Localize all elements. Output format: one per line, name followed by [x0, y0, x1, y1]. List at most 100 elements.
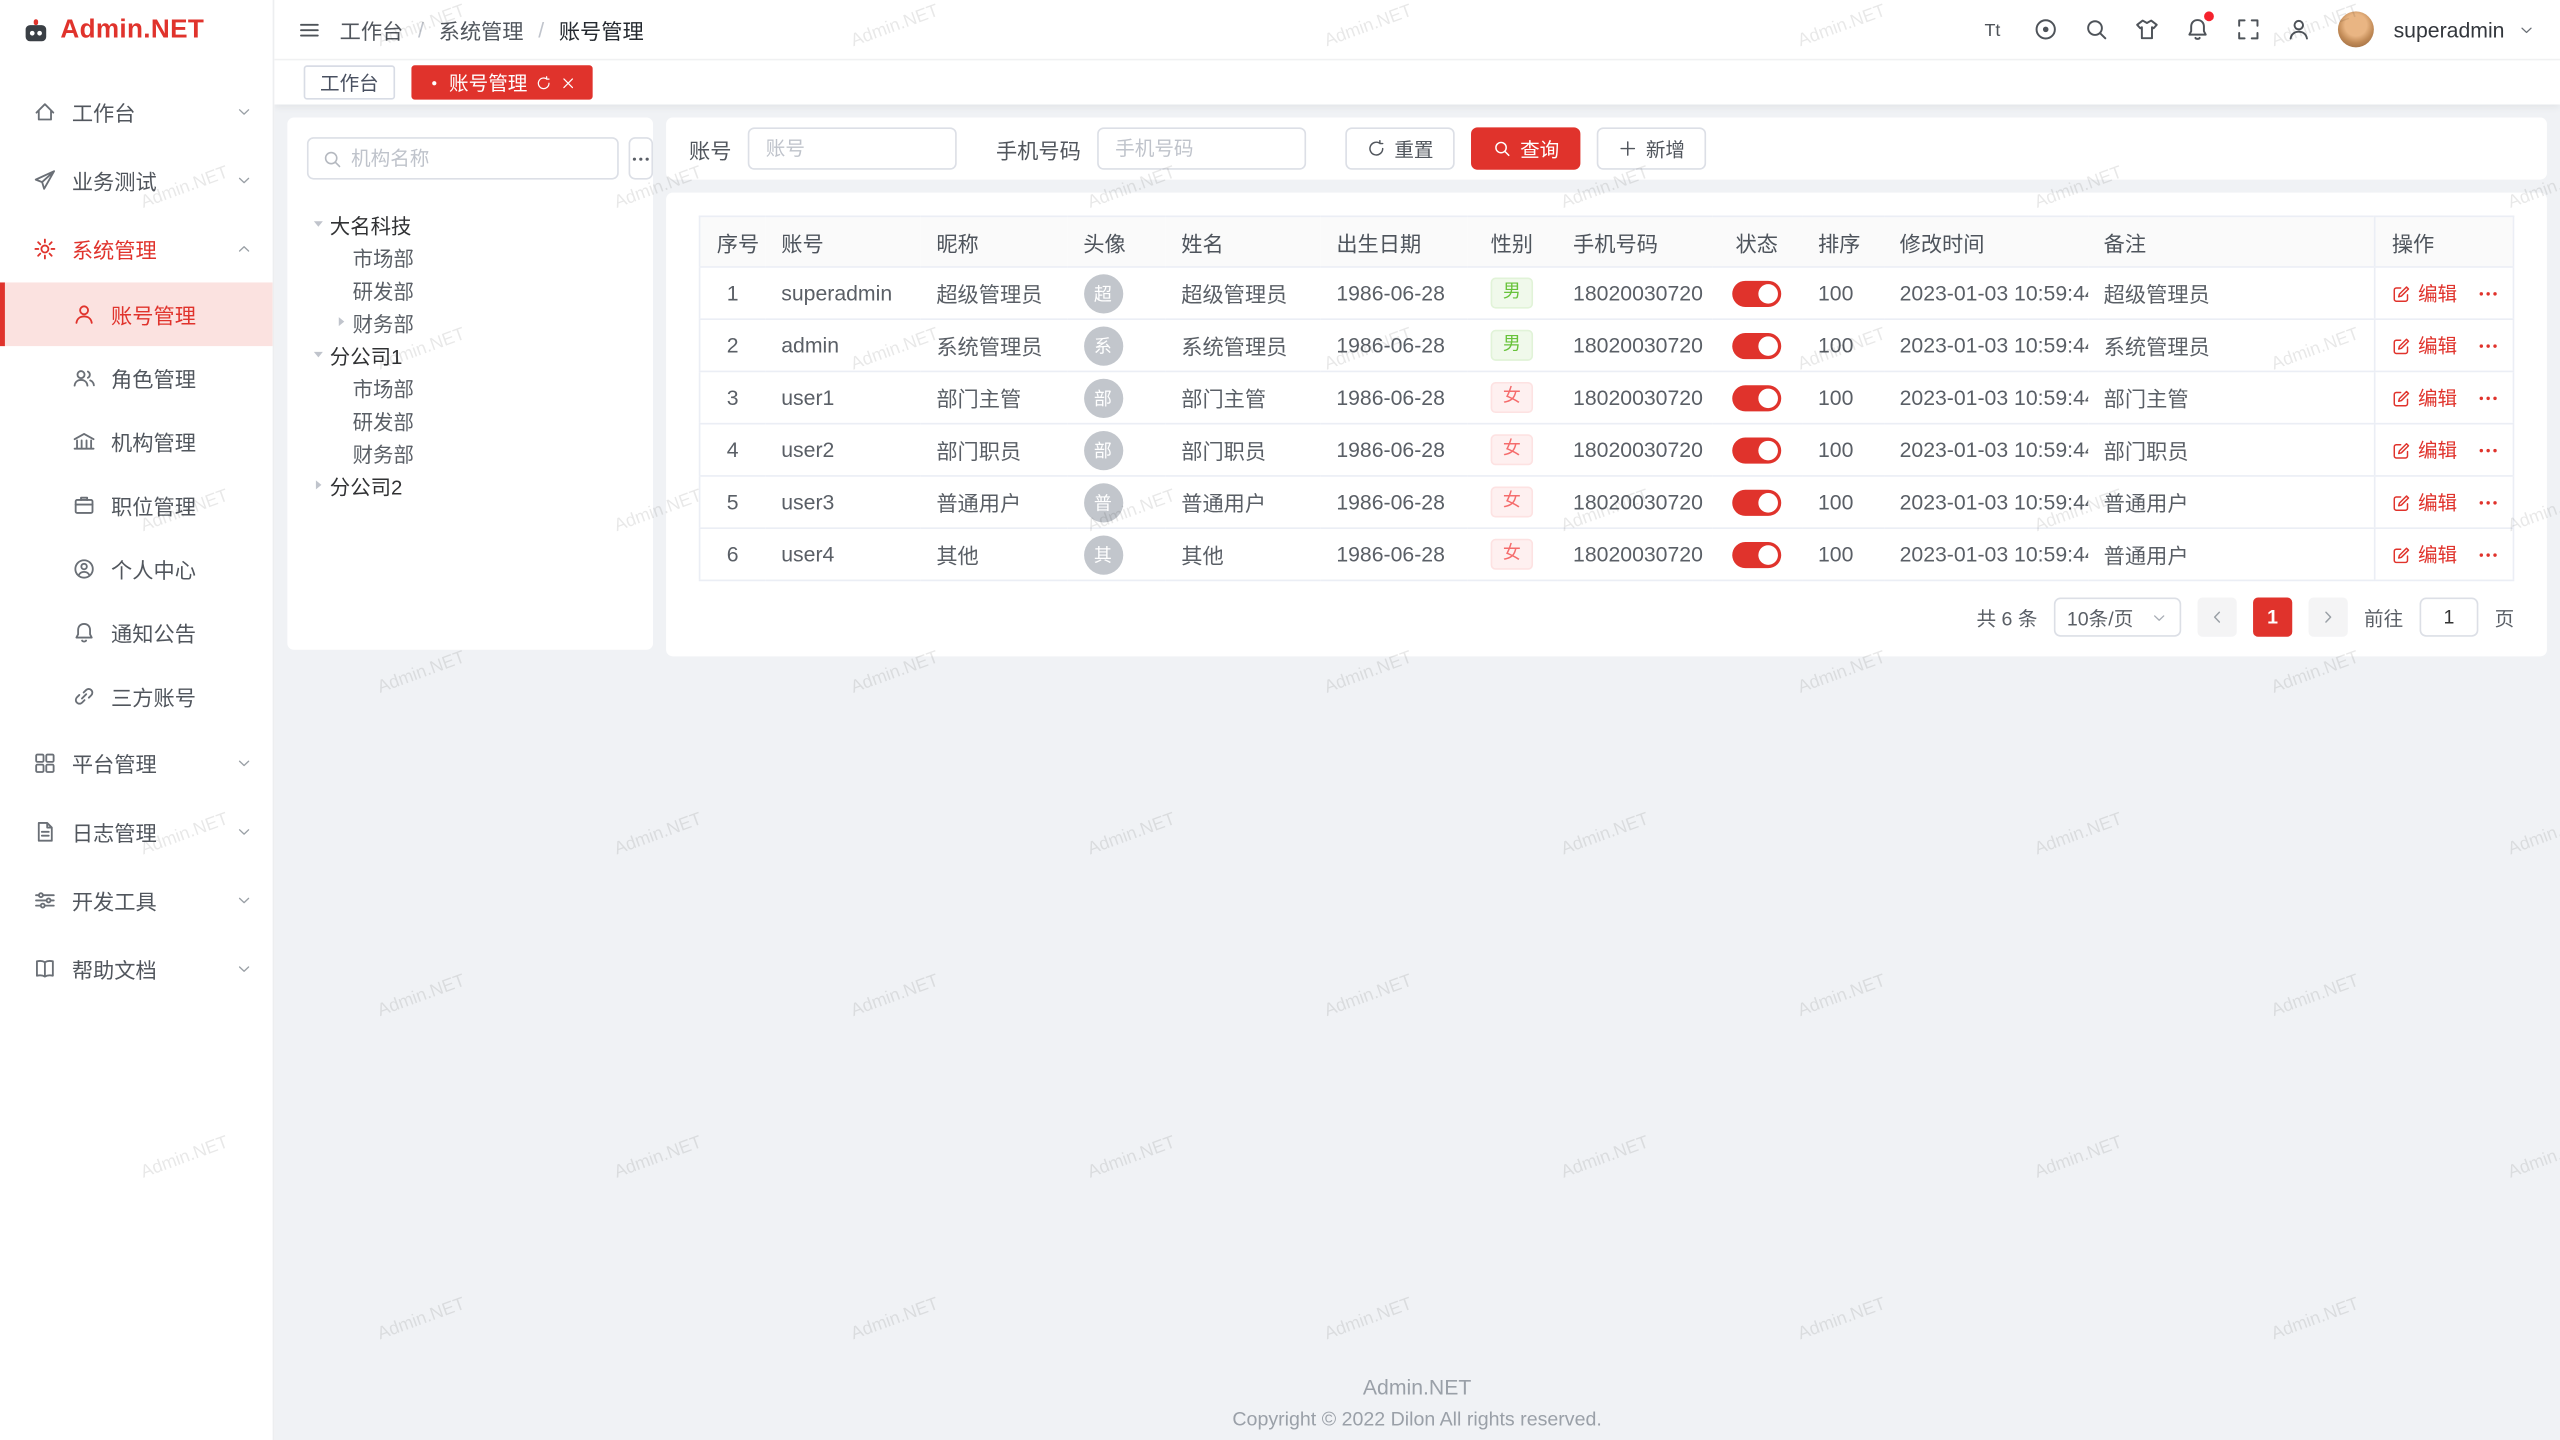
page-size-value: 10条/页	[2067, 603, 2133, 631]
account-input[interactable]	[748, 127, 957, 169]
sidebar-item[interactable]: 开发工具	[0, 865, 273, 934]
chevron-down-icon	[235, 822, 253, 840]
edit-button[interactable]: 编辑	[2392, 540, 2457, 568]
username[interactable]: superadmin	[2394, 17, 2505, 41]
cell-index: 2	[700, 319, 765, 371]
fullscreen-button[interactable]	[2227, 8, 2269, 50]
sidebar-subitem[interactable]: 职位管理	[0, 473, 273, 537]
search-button-label: 查询	[1520, 135, 1559, 163]
tab[interactable]: 账号管理	[411, 65, 592, 99]
tree-node[interactable]: 市场部	[307, 371, 634, 404]
status-toggle[interactable]	[1732, 280, 1781, 306]
org-more-button[interactable]	[629, 137, 653, 179]
tree-node[interactable]: 财务部	[307, 305, 634, 338]
prev-page-button[interactable]	[2197, 598, 2236, 637]
theme-button[interactable]	[2126, 8, 2168, 50]
table-row: 3user1部门主管部部门主管1986-06-28女18020030720100…	[700, 371, 2514, 423]
row-more-button[interactable]	[2477, 543, 2500, 566]
status-toggle[interactable]	[1732, 489, 1781, 515]
tree-node[interactable]: 大名科技	[307, 207, 634, 240]
gender-tag: 女	[1491, 539, 1533, 570]
cell-avatar: 部	[1067, 371, 1165, 423]
row-more-button[interactable]	[2477, 282, 2500, 305]
font-size-button[interactable]: Tt	[1974, 8, 2016, 50]
brand[interactable]: Admin.NET	[0, 0, 273, 60]
edit-button-label: 编辑	[2418, 279, 2457, 307]
status-toggle[interactable]	[1732, 385, 1781, 411]
status-toggle[interactable]	[1732, 437, 1781, 463]
menu-collapse-button[interactable]	[289, 10, 328, 49]
breadcrumb-item[interactable]: 系统管理	[439, 14, 524, 45]
sidebar-item[interactable]: 业务测试	[0, 145, 273, 214]
row-more-button[interactable]	[2477, 438, 2500, 461]
edit-button[interactable]: 编辑	[2392, 488, 2457, 516]
table-row: 2admin系统管理员系系统管理员1986-06-28男180200307201…	[700, 319, 2514, 371]
sidebar-item[interactable]: 工作台	[0, 77, 273, 146]
sidebar-item[interactable]: 平台管理	[0, 728, 273, 797]
cell-sort: 100	[1802, 424, 1884, 476]
avatar[interactable]	[2338, 11, 2374, 47]
breadcrumb-item[interactable]: 工作台	[340, 14, 404, 45]
tree-node[interactable]: 分公司1	[307, 338, 634, 371]
tree-node[interactable]: 财务部	[307, 436, 634, 469]
sidebar-subitem[interactable]: 账号管理	[0, 282, 273, 346]
tab[interactable]: 工作台	[304, 65, 395, 99]
breadcrumb-separator: /	[538, 17, 544, 41]
search-button[interactable]	[2075, 8, 2117, 50]
search-icon	[1492, 139, 1512, 159]
row-more-button[interactable]	[2477, 386, 2500, 409]
status-toggle[interactable]	[1732, 333, 1781, 359]
edit-button[interactable]: 编辑	[2392, 331, 2457, 359]
font-size-icon: Tt	[1982, 16, 2008, 42]
goto-page-input[interactable]	[2420, 598, 2479, 637]
sidebar-subitem[interactable]: 角色管理	[0, 346, 273, 410]
page-size-select[interactable]: 10条/页	[2054, 598, 2181, 637]
edit-button[interactable]: 编辑	[2392, 436, 2457, 464]
sidebar-subitem-label: 角色管理	[111, 362, 253, 393]
tree-node[interactable]: 研发部	[307, 403, 634, 436]
badge-icon	[72, 493, 96, 517]
tree-node[interactable]: 市场部	[307, 240, 634, 273]
tree-caret[interactable]	[307, 473, 330, 496]
user-button[interactable]	[2278, 8, 2320, 50]
breadcrumb: 工作台/系统管理/账号管理	[340, 14, 644, 45]
page-number-button[interactable]: 1	[2253, 598, 2292, 637]
tree-caret[interactable]	[307, 343, 330, 366]
edit-button[interactable]: 编辑	[2392, 279, 2457, 307]
next-page-button[interactable]	[2309, 598, 2348, 637]
tree-node[interactable]: 分公司2	[307, 469, 634, 502]
row-more-button[interactable]	[2477, 491, 2500, 514]
row-more-button[interactable]	[2477, 334, 2500, 357]
sidebar-subitem[interactable]: 通知公告	[0, 601, 273, 665]
sidebar-item[interactable]: 系统管理	[0, 214, 273, 283]
breadcrumb-item[interactable]: 账号管理	[559, 14, 644, 45]
chevron-down-icon[interactable]	[2518, 20, 2536, 38]
cell-modified: 2023-01-03 10:59:44	[1883, 371, 2087, 423]
more-icon	[2477, 438, 2500, 461]
phone-input[interactable]	[1097, 127, 1306, 169]
sidebar-item[interactable]: 帮助文档	[0, 934, 273, 1003]
pagination: 共 6 条 10条/页 1	[699, 598, 2515, 637]
sidebar-subitem[interactable]: 三方账号	[0, 664, 273, 728]
topbar-actions-icons: Tt	[1974, 8, 2320, 50]
edit-button[interactable]: 编辑	[2392, 384, 2457, 412]
tree-node[interactable]: 研发部	[307, 273, 634, 306]
sidebar-subitem[interactable]: 机构管理	[0, 410, 273, 474]
search-button[interactable]: 查询	[1471, 127, 1580, 169]
tree-caret[interactable]	[330, 310, 353, 333]
cell-sort: 100	[1802, 267, 1884, 319]
add-button[interactable]: 新增	[1597, 127, 1706, 169]
reset-button[interactable]: 重置	[1345, 127, 1454, 169]
sidebar-item[interactable]: 日志管理	[0, 797, 273, 866]
chevron-down-icon	[235, 102, 253, 120]
chevron-up-icon	[235, 239, 253, 257]
row-avatar: 部	[1083, 430, 1122, 469]
tree-caret[interactable]	[307, 212, 330, 235]
status-toggle[interactable]	[1732, 542, 1781, 568]
cell-sort: 100	[1802, 528, 1884, 580]
org-search-input[interactable]	[351, 147, 604, 170]
globe-button[interactable]	[2025, 8, 2067, 50]
sidebar-subitem[interactable]: 个人中心	[0, 537, 273, 601]
gender-tag: 女	[1491, 434, 1533, 465]
bell-button[interactable]	[2176, 8, 2218, 50]
